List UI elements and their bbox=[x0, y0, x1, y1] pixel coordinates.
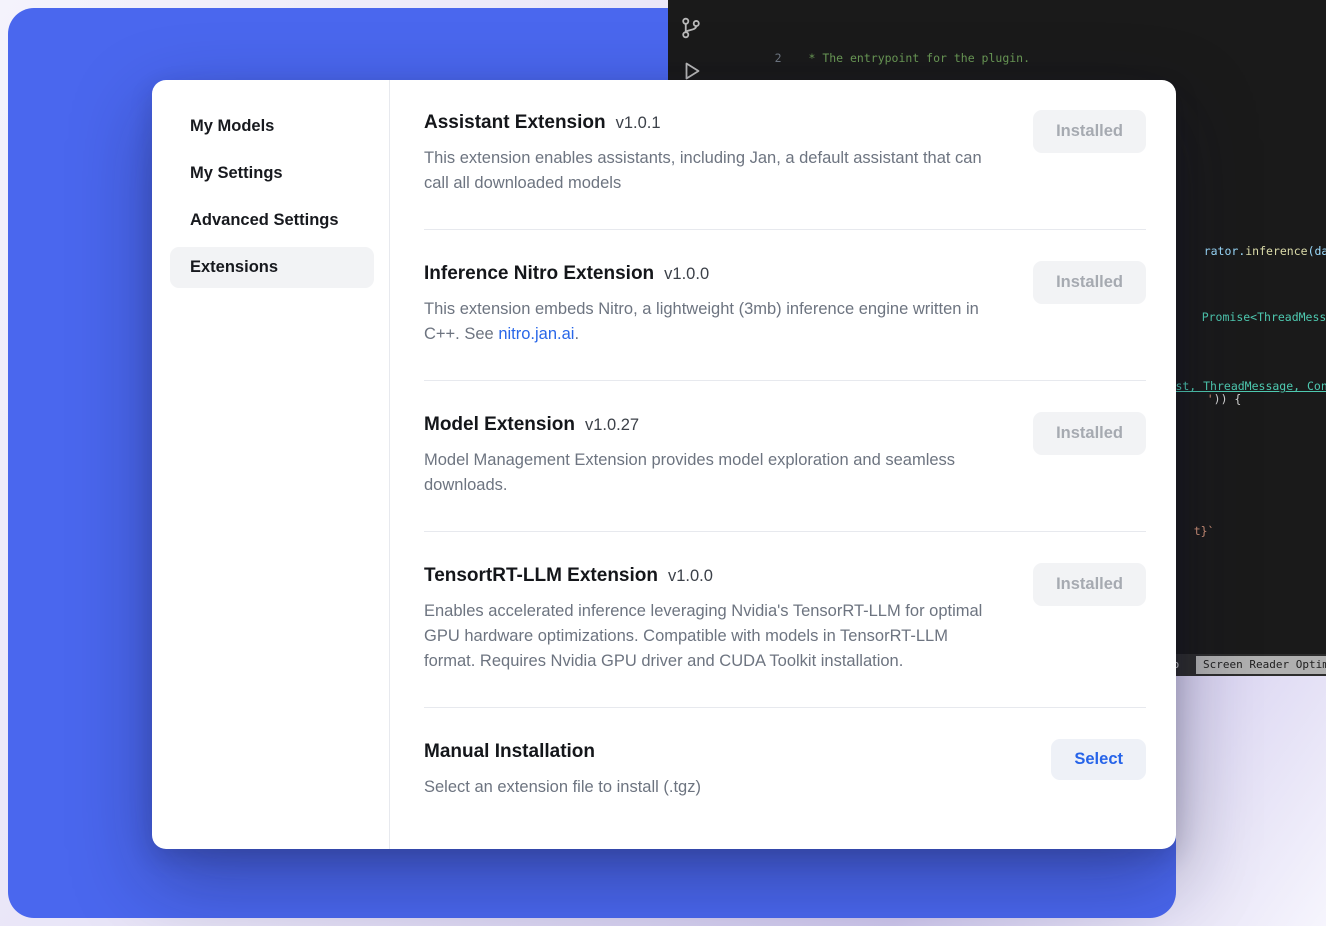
installed-button[interactable]: Installed bbox=[1033, 110, 1146, 153]
code-fragment: rator.inference(data)); bbox=[1176, 230, 1326, 272]
extension-name: Inference Nitro Extensionv1.0.0 bbox=[424, 261, 1002, 287]
extension-name: Assistant Extensionv1.0.1 bbox=[424, 110, 1002, 136]
extension-version: v1.0.27 bbox=[585, 416, 639, 434]
installed-button[interactable]: Installed bbox=[1033, 563, 1146, 606]
select-file-button[interactable]: Select bbox=[1051, 739, 1146, 780]
extension-row-model: Model Extensionv1.0.27 Model Management … bbox=[424, 381, 1146, 532]
sidebar-item-advanced-settings[interactable]: Advanced Settings bbox=[170, 200, 374, 241]
extension-description: This extension embeds Nitro, a lightweig… bbox=[424, 297, 1002, 347]
extension-name: Model Extensionv1.0.27 bbox=[424, 412, 1002, 438]
extension-name: TensortRT-LLM Extensionv1.0.0 bbox=[424, 563, 1002, 589]
source-control-icon[interactable] bbox=[679, 16, 703, 40]
extension-row-assistant: Assistant Extensionv1.0.1 This extension… bbox=[424, 104, 1146, 230]
extension-row-inference-nitro: Inference Nitro Extensionv1.0.0 This ext… bbox=[424, 230, 1146, 381]
extension-row-tensorrt-llm: TensortRT-LLM Extensionv1.0.0 Enables ac… bbox=[424, 532, 1146, 708]
line-number: 2 bbox=[766, 50, 782, 66]
manual-installation-row: Manual Installation Select an extension … bbox=[424, 708, 1146, 800]
manual-installation-description: Select an extension file to install (.tg… bbox=[424, 775, 701, 800]
settings-modal: My Models My Settings Advanced Settings … bbox=[152, 80, 1176, 849]
extension-version: v1.0.0 bbox=[668, 567, 713, 585]
extension-description: Enables accelerated inference leveraging… bbox=[424, 599, 1002, 674]
screen-reader-badge[interactable]: Screen Reader Optimize bbox=[1196, 656, 1326, 674]
sidebar-item-my-models[interactable]: My Models bbox=[170, 106, 374, 147]
extension-description: This extension enables assistants, inclu… bbox=[424, 146, 1002, 196]
extension-info: Inference Nitro Extensionv1.0.0 This ext… bbox=[424, 261, 1002, 347]
extensions-panel: Assistant Extensionv1.0.1 This extension… bbox=[390, 80, 1176, 849]
sidebar-item-my-settings[interactable]: My Settings bbox=[170, 153, 374, 194]
extension-description: Model Management Extension provides mode… bbox=[424, 448, 1002, 498]
extension-info: Assistant Extensionv1.0.1 This extension… bbox=[424, 110, 1002, 196]
extension-version: v1.0.0 bbox=[664, 265, 709, 283]
extension-version: v1.0.1 bbox=[616, 114, 661, 132]
sidebar-item-extensions[interactable]: Extensions bbox=[170, 247, 374, 288]
desktop-background: { "colors": { "brand_blue": "#4a67ee", "… bbox=[0, 0, 1326, 926]
extension-info: Model Extensionv1.0.27 Model Management … bbox=[424, 412, 1002, 498]
settings-sidebar: My Models My Settings Advanced Settings … bbox=[152, 80, 390, 849]
nitro-jan-ai-link[interactable]: nitro.jan.ai bbox=[498, 325, 574, 343]
code-fragment: Promise<ThreadMessage> bbox=[1174, 296, 1326, 338]
manual-installation-title: Manual Installation bbox=[424, 739, 701, 765]
extension-info: Manual Installation Select an extension … bbox=[424, 739, 701, 800]
code-line: 2 * The entrypoint for the plugin. bbox=[724, 34, 1326, 83]
code-fragment: ')) { bbox=[1179, 378, 1241, 420]
installed-button[interactable]: Installed bbox=[1033, 412, 1146, 455]
extension-info: TensortRT-LLM Extensionv1.0.0 Enables ac… bbox=[424, 563, 1002, 674]
installed-button[interactable]: Installed bbox=[1033, 261, 1146, 304]
